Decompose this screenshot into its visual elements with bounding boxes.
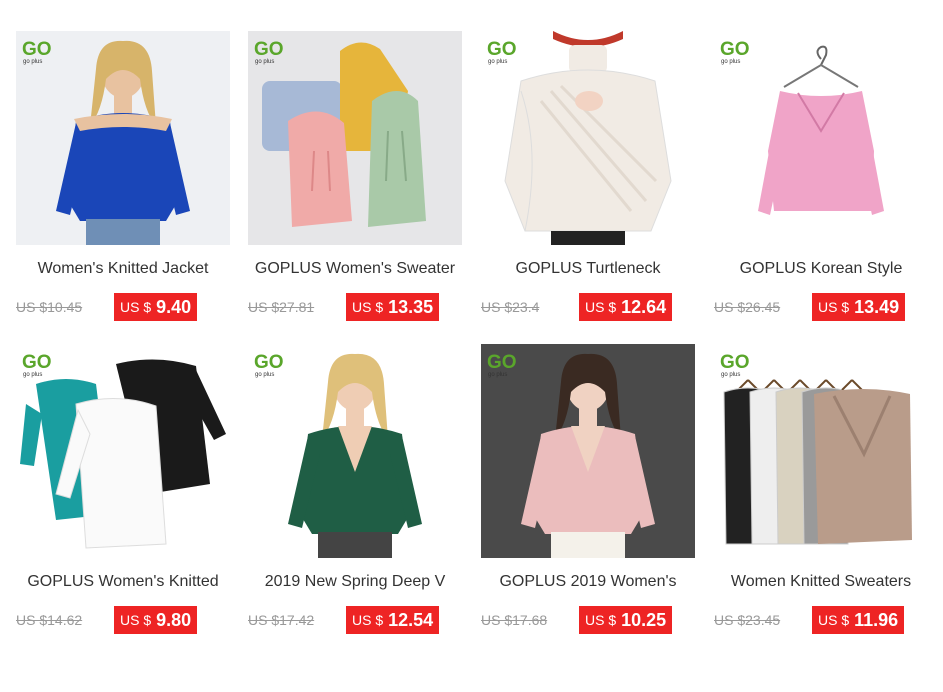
sale-price: 11.96 — [854, 609, 899, 630]
svg-text:GO: GO — [22, 39, 52, 60]
product-title[interactable]: Women Knitted Sweaters — [706, 573, 936, 591]
svg-text:GO: GO — [254, 352, 284, 373]
product-card[interactable]: GO go plus GOPLUS Women's Sweater US $27.… — [248, 31, 462, 321]
original-price: US $27.81 — [248, 299, 315, 315]
currency-label: US $ — [818, 299, 850, 315]
sale-price: 9.40 — [156, 296, 192, 317]
currency-label: US $ — [818, 612, 850, 628]
svg-text:GO: GO — [487, 39, 517, 60]
product-card[interactable]: GO go plus 2019 New Spring Deep V US $17.… — [248, 344, 462, 634]
product-title[interactable]: 2019 New Spring Deep V — [240, 573, 470, 591]
product-card[interactable]: GO go plus GOPLUS Korean Style US $26.45 … — [714, 31, 928, 321]
original-price: US $10.45 — [16, 299, 83, 315]
svg-text:GO: GO — [22, 352, 52, 373]
product-image[interactable]: GO go plus — [481, 31, 695, 245]
svg-text:go plus: go plus — [255, 372, 274, 378]
product-card[interactable]: GO go plus GOPLUS Turtleneck US $23.4 US … — [481, 31, 695, 321]
original-price: US $23.4 — [481, 299, 540, 315]
currency-label: US $ — [120, 299, 152, 315]
product-image[interactable]: GO go plus — [16, 344, 230, 558]
product-image[interactable]: GO go plus — [16, 31, 230, 245]
sale-price: 9.80 — [156, 609, 192, 630]
product-title[interactable]: Women's Knitted Jacket — [8, 260, 238, 278]
sale-price-badge: US $ 11.96 — [812, 606, 905, 634]
sale-price-badge: US $ 9.40 — [114, 293, 198, 321]
product-card[interactable]: GO go plus Women Knitted Sweaters US $23.… — [714, 344, 928, 634]
sale-price: 13.49 — [854, 296, 900, 317]
svg-text:GO: GO — [720, 352, 750, 373]
product-image[interactable]: GO go plus — [248, 344, 462, 558]
sale-price-badge: US $ 12.64 — [579, 293, 673, 321]
sale-price-badge: US $ 13.49 — [812, 293, 906, 321]
svg-text:go plus: go plus — [721, 59, 740, 65]
svg-text:go plus: go plus — [23, 372, 42, 378]
product-title[interactable]: GOPLUS Women's Sweater — [240, 260, 470, 278]
product-card[interactable]: GO go plus GOPLUS Women's Knitted US $14.… — [16, 344, 230, 634]
sale-price-badge: US $ 12.54 — [346, 606, 440, 634]
svg-text:GO: GO — [254, 39, 284, 60]
svg-text:go plus: go plus — [488, 372, 507, 378]
product-image[interactable]: GO go plus — [481, 344, 695, 558]
product-title[interactable]: GOPLUS Women's Knitted — [8, 573, 238, 591]
currency-label: US $ — [585, 612, 617, 628]
product-image[interactable]: GO go plus — [714, 344, 928, 558]
product-title[interactable]: GOPLUS 2019 Women's — [473, 573, 703, 591]
sale-price-badge: US $ 13.35 — [346, 293, 440, 321]
product-card[interactable]: GO go plus Women's Knitted Jacket US $10.… — [16, 31, 230, 321]
product-image[interactable]: GO go plus — [248, 31, 462, 245]
original-price: US $17.68 — [481, 612, 548, 628]
svg-text:go plus: go plus — [255, 59, 274, 65]
sale-price: 12.64 — [621, 296, 667, 317]
currency-label: US $ — [352, 612, 384, 628]
product-title[interactable]: GOPLUS Turtleneck — [473, 260, 703, 278]
svg-text:go plus: go plus — [23, 59, 42, 65]
sale-price-badge: US $ 9.80 — [114, 606, 198, 634]
svg-text:go plus: go plus — [721, 372, 740, 378]
original-price: US $26.45 — [714, 299, 781, 315]
currency-label: US $ — [352, 299, 384, 315]
svg-text:GO: GO — [487, 352, 517, 373]
sale-price: 12.54 — [388, 609, 434, 630]
svg-text:GO: GO — [720, 39, 750, 60]
currency-label: US $ — [585, 299, 617, 315]
svg-text:go plus: go plus — [488, 59, 507, 65]
product-card[interactable]: GO go plus GOPLUS 2019 Women's US $17.68 … — [481, 344, 695, 634]
sale-price: 13.35 — [388, 296, 434, 317]
sale-price: 10.25 — [621, 609, 667, 630]
original-price: US $17.42 — [248, 612, 315, 628]
product-image[interactable]: GO go plus — [714, 31, 928, 245]
product-title[interactable]: GOPLUS Korean Style — [706, 260, 936, 278]
original-price: US $14.62 — [16, 612, 83, 628]
original-price: US $23.45 — [714, 612, 781, 628]
sale-price-badge: US $ 10.25 — [579, 606, 673, 634]
currency-label: US $ — [120, 612, 152, 628]
